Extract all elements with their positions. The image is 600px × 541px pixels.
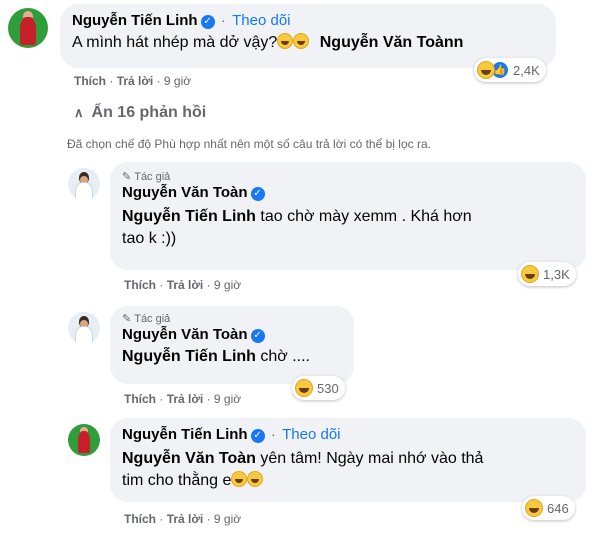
like-action[interactable]: Thích bbox=[74, 74, 106, 88]
reply-text-line2: tim cho thằng e bbox=[122, 472, 232, 489]
reply-author[interactable]: Nguyễn Văn Toàn bbox=[122, 184, 248, 201]
separator-dot: · bbox=[109, 74, 114, 88]
like-action[interactable]: Thích bbox=[124, 392, 156, 406]
follow-link[interactable]: Theo dõi bbox=[232, 12, 290, 29]
avatar-shirt bbox=[20, 16, 36, 45]
pen-icon: ✎ bbox=[122, 313, 132, 325]
reply-action[interactable]: Trả lời bbox=[167, 278, 204, 292]
filter-note: Đã chọn chế độ Phù hợp nhất nên một số c… bbox=[67, 137, 431, 151]
reaction-summary[interactable]: 530 bbox=[292, 376, 345, 400]
comment-header: Nguyễn Tiến Linh ✓ · Theo dõi bbox=[72, 12, 544, 30]
reaction-count: 1,3K bbox=[543, 266, 570, 282]
reaction-count: 530 bbox=[317, 380, 339, 396]
separator-dot: · bbox=[206, 278, 211, 292]
mention-link[interactable]: Nguyễn Văn Toànn bbox=[320, 34, 464, 51]
comment-text-body: A mình hát nhép mà dở vậy? bbox=[72, 34, 278, 51]
reply-text: Nguyễn Tiến Linh tao chờ mày xemm . Khá … bbox=[122, 206, 574, 250]
reaction-count: 646 bbox=[547, 500, 569, 516]
reaction-summary[interactable]: 646 bbox=[522, 496, 575, 520]
author-badge-label: Tác giả bbox=[134, 170, 171, 183]
comment-author[interactable]: Nguyễn Tiến Linh bbox=[72, 12, 198, 29]
reply-actions: Thích · Trả lời · 9 giờ bbox=[124, 392, 241, 406]
follow-link[interactable]: Theo dõi bbox=[282, 426, 340, 443]
reply-action[interactable]: Trả lời bbox=[117, 74, 154, 88]
like-action[interactable]: Thích bbox=[124, 278, 156, 292]
author-badge: ✎ Tác giả bbox=[122, 170, 574, 184]
author-badge: ✎ Tác giả bbox=[122, 312, 342, 326]
chevron-up-icon: ∧ bbox=[74, 105, 84, 120]
verified-icon: ✓ bbox=[250, 329, 265, 343]
avatar-shirt bbox=[75, 326, 93, 344]
separator-dot: · bbox=[206, 392, 211, 406]
like-action[interactable]: Thích bbox=[124, 512, 156, 526]
reply-text-line1: yên tâm! Ngày mai nhớ vào thả bbox=[255, 450, 484, 467]
hide-replies-toggle[interactable]: ∧ Ẩn 16 phản hồi bbox=[74, 104, 206, 122]
avatar[interactable] bbox=[8, 8, 48, 48]
rofl-emoji-icon bbox=[277, 33, 294, 49]
reaction-count: 2,4K bbox=[513, 62, 540, 78]
rofl-emoji-icon bbox=[231, 471, 248, 487]
haha-reaction-icon bbox=[521, 265, 539, 283]
separator-dot: · bbox=[206, 512, 211, 526]
separator-dot: · bbox=[221, 12, 226, 28]
rofl-emoji-icon bbox=[247, 471, 264, 487]
verified-icon: ✓ bbox=[200, 15, 215, 29]
reply-author[interactable]: Nguyễn Văn Toàn bbox=[122, 326, 248, 343]
reply-text-line2: tao k :)) bbox=[122, 230, 177, 247]
reaction-summary[interactable]: 👍 2,4K bbox=[474, 58, 546, 82]
avatar[interactable] bbox=[68, 424, 100, 456]
reply-actions: Thích · Trả lời · 9 giờ bbox=[124, 278, 241, 292]
comment-actions: Thích · Trả lời · 9 giờ bbox=[74, 74, 191, 88]
mention-link[interactable]: Nguyễn Văn Toàn bbox=[122, 450, 256, 467]
reply-actions: Thích · Trả lời · 9 giờ bbox=[124, 512, 241, 526]
verified-icon: ✓ bbox=[250, 429, 265, 443]
separator-dot: · bbox=[156, 74, 161, 88]
hide-replies-label: Ẩn 16 phản hồi bbox=[91, 104, 207, 121]
reaction-summary[interactable]: 1,3K bbox=[518, 262, 576, 286]
timestamp[interactable]: 9 giờ bbox=[214, 392, 241, 406]
reply-bubble: ✎ Tác giả Nguyễn Văn Toàn ✓ Nguyễn Tiến L… bbox=[110, 306, 354, 384]
avatar[interactable] bbox=[68, 168, 100, 200]
reply-text-body: chờ .... bbox=[255, 348, 310, 365]
mention-link[interactable]: Nguyễn Tiến Linh bbox=[122, 348, 256, 365]
timestamp[interactable]: 9 giờ bbox=[164, 74, 191, 88]
verified-icon: ✓ bbox=[250, 187, 265, 201]
haha-reaction-icon bbox=[295, 379, 313, 397]
avatar-shirt bbox=[77, 431, 91, 454]
reply-author[interactable]: Nguyễn Tiến Linh bbox=[122, 426, 248, 443]
timestamp[interactable]: 9 giờ bbox=[214, 278, 241, 292]
haha-reaction-icon bbox=[477, 61, 495, 79]
reply-text-line1: tao chờ mày xemm . Khá hơn bbox=[255, 208, 472, 225]
reply-action[interactable]: Trả lời bbox=[167, 512, 204, 526]
separator-dot: · bbox=[271, 426, 276, 442]
reply-action[interactable]: Trả lời bbox=[167, 392, 204, 406]
avatar[interactable] bbox=[68, 312, 100, 344]
rofl-emoji-icon bbox=[293, 33, 310, 49]
separator-dot: · bbox=[159, 278, 164, 292]
comment-text: A mình hát nhép mà dở vậy? Nguyễn Văn To… bbox=[72, 32, 544, 54]
reply-bubble: Nguyễn Tiến Linh ✓ · Theo dõi Nguyễn Văn … bbox=[110, 418, 586, 502]
mention-link[interactable]: Nguyễn Tiến Linh bbox=[122, 208, 256, 225]
author-badge-label: Tác giả bbox=[134, 312, 171, 325]
avatar-shirt bbox=[75, 182, 93, 200]
reply-bubble: ✎ Tác giả Nguyễn Văn Toàn ✓ Nguyễn Tiến L… bbox=[110, 162, 586, 270]
timestamp[interactable]: 9 giờ bbox=[214, 512, 241, 526]
pen-icon: ✎ bbox=[122, 171, 132, 183]
reply-text: Nguyễn Văn Toàn yên tâm! Ngày mai nhớ và… bbox=[122, 448, 574, 492]
separator-dot: · bbox=[159, 512, 164, 526]
haha-reaction-icon bbox=[525, 499, 543, 517]
reply-text: Nguyễn Tiến Linh chờ .... bbox=[122, 346, 342, 368]
separator-dot: · bbox=[159, 392, 164, 406]
